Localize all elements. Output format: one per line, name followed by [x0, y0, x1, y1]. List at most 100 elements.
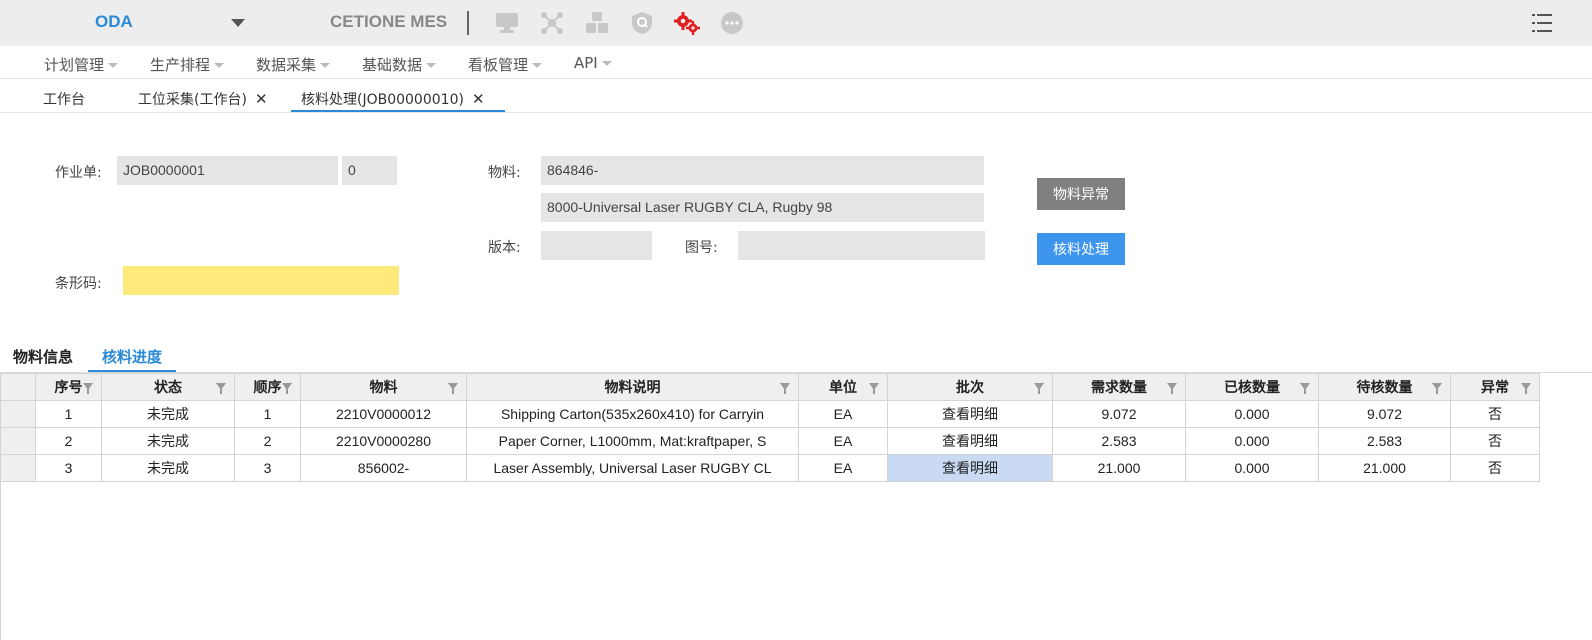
- tab-check-material[interactable]: 核料处理(JOB00000010) ✕: [301, 89, 485, 109]
- menu-item-base-data[interactable]: 基础数据: [362, 54, 437, 75]
- column-header[interactable]: 批次: [887, 373, 1053, 401]
- column-header[interactable]: 状态: [101, 373, 235, 401]
- column-header[interactable]: 物料: [300, 373, 467, 401]
- row-header[interactable]: [0, 427, 36, 455]
- cell[interactable]: 2210V0000280: [300, 427, 467, 455]
- menu-item-plan[interactable]: 计划管理: [44, 54, 119, 75]
- subtab-check-progress[interactable]: 核料进度: [102, 346, 162, 367]
- job-label: 作业单:: [55, 165, 102, 181]
- filter-icon[interactable]: [216, 383, 226, 394]
- cell[interactable]: 2.583: [1318, 427, 1451, 455]
- filter-icon[interactable]: [1432, 383, 1442, 394]
- cell[interactable]: 3: [35, 454, 102, 482]
- cell[interactable]: EA: [798, 400, 888, 428]
- row-header-corner: [0, 373, 36, 401]
- filter-icon[interactable]: [780, 383, 790, 394]
- cell[interactable]: 1: [234, 400, 301, 428]
- filter-icon[interactable]: [869, 383, 879, 394]
- cell[interactable]: Shipping Carton(535x260x410) for Carryin: [466, 400, 799, 428]
- menu-item-dashboard[interactable]: 看板管理: [468, 54, 543, 75]
- column-header[interactable]: 顺序: [234, 373, 301, 401]
- shield-search-icon[interactable]: [629, 10, 655, 36]
- cell[interactable]: 未完成: [101, 427, 235, 455]
- cell[interactable]: 2.583: [1052, 427, 1186, 455]
- cell[interactable]: 2: [234, 427, 301, 455]
- cell[interactable]: 未完成: [101, 400, 235, 428]
- active-tab-indicator: [291, 110, 505, 112]
- cell[interactable]: 否: [1450, 454, 1540, 482]
- cell[interactable]: 0.000: [1185, 427, 1319, 455]
- network-icon[interactable]: [539, 10, 565, 36]
- column-header[interactable]: 需求数量: [1052, 373, 1186, 401]
- column-header[interactable]: 已核数量: [1185, 373, 1319, 401]
- main-menu: 计划管理 生产排程 数据采集 基础数据 看板管理 API: [0, 46, 1592, 79]
- close-icon[interactable]: ✕: [255, 90, 268, 108]
- version-field[interactable]: [541, 231, 652, 260]
- filter-icon[interactable]: [282, 383, 292, 394]
- material-exception-button[interactable]: 物料异常: [1037, 178, 1125, 210]
- chevron-down-icon: [108, 63, 119, 68]
- cell[interactable]: 未完成: [101, 454, 235, 482]
- view-detail-link[interactable]: 查看明细: [887, 427, 1053, 455]
- menu-item-schedule[interactable]: 生产排程: [150, 54, 225, 75]
- cell[interactable]: EA: [798, 427, 888, 455]
- job-seq-field[interactable]: 0: [342, 156, 397, 185]
- cell[interactable]: 否: [1450, 427, 1540, 455]
- column-header[interactable]: 物料说明: [466, 373, 799, 401]
- filter-icon[interactable]: [1167, 383, 1177, 394]
- cell[interactable]: 0.000: [1185, 400, 1319, 428]
- tab-station-collection[interactable]: 工位采集(工作台) ✕: [138, 89, 268, 109]
- filter-icon[interactable]: [1300, 383, 1310, 394]
- cell[interactable]: 1: [35, 400, 102, 428]
- cell[interactable]: 9.072: [1318, 400, 1451, 428]
- drawing-label: 图号:: [685, 240, 718, 256]
- close-icon[interactable]: ✕: [472, 90, 485, 108]
- cell[interactable]: EA: [798, 454, 888, 482]
- filter-icon[interactable]: [448, 383, 458, 394]
- monitor-icon[interactable]: [494, 10, 520, 36]
- menu-item-data-collection[interactable]: 数据采集: [256, 54, 331, 75]
- barcode-input[interactable]: [123, 266, 399, 295]
- column-header[interactable]: 异常: [1450, 373, 1540, 401]
- material-desc-field[interactable]: 8000-Universal Laser RUGBY CLA, Rugby 98: [541, 193, 984, 222]
- more-icon[interactable]: [719, 10, 745, 36]
- chevron-down-icon: [214, 63, 225, 68]
- cell[interactable]: 2: [35, 427, 102, 455]
- menu-item-api[interactable]: API: [574, 54, 612, 72]
- table-row[interactable]: 3 未完成 3 856002- Laser Assembly, Universa…: [0, 454, 1540, 482]
- brand-dropdown-caret-icon[interactable]: [231, 19, 245, 27]
- drawing-number-field[interactable]: [738, 231, 985, 260]
- row-header[interactable]: [0, 454, 36, 482]
- filter-icon[interactable]: [1521, 383, 1531, 394]
- cell[interactable]: 3: [234, 454, 301, 482]
- column-header[interactable]: 待核数量: [1318, 373, 1451, 401]
- cell[interactable]: 21.000: [1318, 454, 1451, 482]
- tab-workbench[interactable]: 工作台: [43, 89, 85, 109]
- table-row[interactable]: 2 未完成 2 2210V0000280 Paper Corner, L1000…: [0, 427, 1540, 455]
- subtab-material-info[interactable]: 物料信息: [13, 346, 73, 367]
- filter-icon[interactable]: [1034, 383, 1044, 394]
- cell[interactable]: Laser Assembly, Universal Laser RUGBY CL: [466, 454, 799, 482]
- view-detail-link[interactable]: 查看明细: [887, 400, 1053, 428]
- cubes-icon[interactable]: [584, 10, 610, 36]
- cell[interactable]: 21.000: [1052, 454, 1186, 482]
- material-code-field[interactable]: 864846-: [541, 156, 984, 185]
- row-header[interactable]: [0, 400, 36, 428]
- table-row[interactable]: 1 未完成 1 2210V0000012 Shipping Carton(535…: [0, 400, 1540, 428]
- title-divider: [467, 11, 469, 35]
- cell[interactable]: Paper Corner, L1000mm, Mat:kraftpaper, S: [466, 427, 799, 455]
- hamburger-menu-icon[interactable]: [1532, 12, 1552, 34]
- column-header[interactable]: 序号: [35, 373, 102, 401]
- check-material-button[interactable]: 核料处理: [1037, 233, 1125, 265]
- job-number-field[interactable]: JOB0000001: [117, 156, 338, 185]
- cell[interactable]: 856002-: [300, 454, 467, 482]
- cell[interactable]: 0.000: [1185, 454, 1319, 482]
- brand-name[interactable]: ODA: [95, 12, 133, 32]
- column-header[interactable]: 单位: [798, 373, 888, 401]
- cell[interactable]: 否: [1450, 400, 1540, 428]
- cell[interactable]: 2210V0000012: [300, 400, 467, 428]
- filter-icon[interactable]: [83, 383, 93, 394]
- view-detail-link[interactable]: 查看明细: [887, 454, 1053, 482]
- cell[interactable]: 9.072: [1052, 400, 1186, 428]
- gears-icon[interactable]: [674, 10, 700, 36]
